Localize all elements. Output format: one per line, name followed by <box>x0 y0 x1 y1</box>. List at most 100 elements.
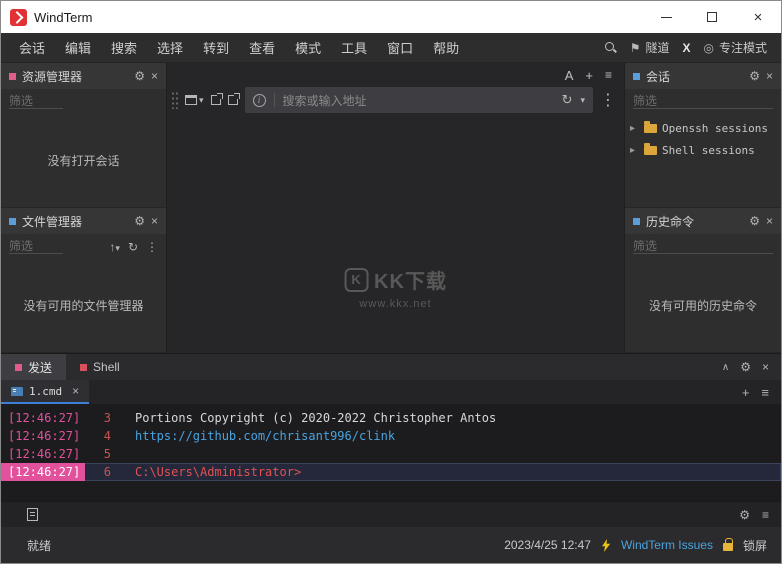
gear-icon[interactable]: ⚙ <box>134 214 145 228</box>
titlebar: WindTerm × <box>1 1 781 33</box>
line-number: 5 <box>103 447 111 461</box>
file-empty-text: 没有可用的文件管理器 <box>23 298 144 313</box>
sessions-panel-title: 会话 <box>646 69 671 84</box>
open-new-tab-button[interactable] <box>227 93 240 105</box>
watermark-url: www.kkx.net <box>359 298 432 310</box>
menu-item-1[interactable]: 编辑 <box>55 33 101 62</box>
session-folder-label: Openssh sessions <box>662 121 768 135</box>
close-icon[interactable]: × <box>762 360 769 374</box>
resource-panel-icon <box>9 72 16 80</box>
file-filter-input[interactable]: 筛选 <box>9 237 63 254</box>
terminal-dock: 发送 Shell ∧ ⚙ × 1.cmd × + ≡ [12:46:27] 3 Por… <box>1 353 781 501</box>
ready-status: 就绪 <box>27 538 52 553</box>
maximize-button[interactable] <box>689 1 735 33</box>
line-number: 4 <box>103 429 111 443</box>
more-icon[interactable]: ⋮ <box>146 240 158 254</box>
minimize-button[interactable] <box>643 1 689 33</box>
line-timestamp: [12:46:27] <box>1 463 85 481</box>
open-new-window-button[interactable] <box>210 93 223 105</box>
menu-items: 会话 编辑 搜索 选择 转到 查看 模式 工具 窗口 帮助 <box>1 33 469 62</box>
terminal-panel-tab[interactable]: Shell <box>66 354 134 380</box>
menu-item-0[interactable]: 会话 <box>9 33 55 62</box>
history-panel-icon <box>633 217 640 225</box>
menu-item-9[interactable]: 帮助 <box>423 33 469 62</box>
list-menu-icon[interactable]: ≡ <box>762 508 769 522</box>
close-button[interactable]: × <box>735 1 781 33</box>
external-window-icon <box>210 93 223 105</box>
info-icon[interactable]: i <box>252 93 266 107</box>
close-icon[interactable]: × <box>151 69 158 83</box>
menu-item-3[interactable]: 选择 <box>147 33 193 62</box>
gear-icon[interactable]: ⚙ <box>134 69 145 83</box>
up-directory-button[interactable]: ↑▾ <box>109 240 120 254</box>
line-timestamp: [12:46:27] <box>8 411 81 425</box>
tab-1cmd[interactable]: 1.cmd × <box>1 380 90 404</box>
search-icon[interactable] <box>604 41 617 54</box>
add-icon[interactable]: + <box>585 68 593 83</box>
folder-icon <box>644 120 657 133</box>
close-icon[interactable]: × <box>766 214 773 228</box>
line-text[interactable]: https://github.com/chrisant996/clink <box>135 427 395 445</box>
expand-icon[interactable]: ▸ <box>630 123 639 134</box>
gear-icon[interactable]: ⚙ <box>749 69 760 83</box>
line-text: C:\Users\Administrator> <box>135 465 302 479</box>
x-server-button[interactable]: X <box>682 41 690 55</box>
history-filter-input[interactable]: 筛选 <box>633 237 773 254</box>
external-tab-icon <box>227 93 240 105</box>
font-size-icon[interactable]: A <box>565 68 574 83</box>
menu-item-7[interactable]: 工具 <box>331 33 377 62</box>
menubar: 会话 编辑 搜索 选择 转到 查看 模式 工具 窗口 帮助 ⚑ 隧道 X ◎ 专注模式 <box>1 33 781 63</box>
expand-icon[interactable]: ▸ <box>630 145 639 156</box>
close-icon[interactable]: × <box>766 69 773 83</box>
menu-item-6[interactable]: 模式 <box>285 33 331 62</box>
console-page-icon[interactable] <box>27 508 38 521</box>
gear-icon[interactable]: ⚙ <box>740 360 751 374</box>
sessions-panel-icon <box>633 72 640 80</box>
menu-item-2[interactable]: 搜索 <box>101 33 147 62</box>
session-tree-item[interactable]: ▸ Openssh sessions <box>625 117 781 139</box>
menu-item-4[interactable]: 转到 <box>193 33 239 62</box>
refresh-icon[interactable]: ↻ <box>128 240 138 254</box>
resource-manager-panel: 资源管理器 ⚙ × 筛选 没有打开会话 <box>1 63 166 208</box>
resource-filter-input[interactable]: 筛选 <box>9 92 63 109</box>
watermark-title: KK下载 <box>374 271 447 293</box>
drag-grip-icon[interactable] <box>171 91 178 109</box>
more-icon[interactable]: ⋮ <box>600 90 616 110</box>
datetime: 2023/4/25 12:47 <box>504 538 591 552</box>
windterm-issues-link[interactable]: WindTerm Issues <box>621 538 713 552</box>
menu-item-5[interactable]: 查看 <box>239 33 285 62</box>
sessions-panel: 会话 ⚙ × 筛选 ▸ Openssh sessions ▸ Shell sessio… <box>625 63 781 208</box>
address-input[interactable]: i 搜索或输入地址 ↻ ▾ <box>244 87 593 113</box>
lock-icon[interactable] <box>722 538 733 551</box>
terminal-line: [12:46:27] 6 C:\Users\Administrator> <box>1 463 781 481</box>
list-menu-icon[interactable]: ≡ <box>605 68 612 82</box>
terminal-panel-tab[interactable]: 发送 <box>1 354 67 380</box>
watermark: K KK下载 www.kkx.net <box>344 265 447 310</box>
folder-icon <box>644 142 657 155</box>
close-icon[interactable]: × <box>151 214 158 228</box>
new-tab-icon[interactable]: + <box>742 385 750 400</box>
right-sidebar: 会话 ⚙ × 筛选 ▸ Openssh sessions ▸ Shell sessio… <box>624 63 781 353</box>
history-empty-text: 没有可用的历史命令 <box>648 298 757 313</box>
chevron-down-icon[interactable]: ▾ <box>580 95 585 106</box>
address-toolbar: ▾ i 搜索或输入地址 ↻ ▾ ⋮ <box>167 85 624 115</box>
focus-mode-button[interactable]: ◎ 专注模式 <box>704 39 768 56</box>
collapse-panel-icon[interactable]: ∧ <box>722 362 729 373</box>
dock-window-button[interactable]: ▾ <box>185 95 204 106</box>
tab-list-icon[interactable]: ≡ <box>761 385 769 400</box>
tab-icon <box>80 363 88 371</box>
tunnel-button[interactable]: ⚑ 隧道 <box>630 39 670 56</box>
lock-screen-label[interactable]: 锁屏 <box>743 537 767 554</box>
gear-icon[interactable]: ⚙ <box>749 214 760 228</box>
sessions-filter-input[interactable]: 筛选 <box>633 92 773 109</box>
close-tab-icon[interactable]: × <box>72 384 79 398</box>
session-tree-item[interactable]: ▸ Shell sessions <box>625 139 781 161</box>
window-icon <box>185 95 197 105</box>
line-number: 3 <box>103 411 111 425</box>
menu-item-8[interactable]: 窗口 <box>377 33 423 62</box>
refresh-icon[interactable]: ↻ <box>562 92 573 108</box>
history-panel-title: 历史命令 <box>646 214 695 229</box>
line-timestamp: [12:46:27] <box>8 447 81 461</box>
tab-label: 1.cmd <box>29 384 63 398</box>
gear-icon[interactable]: ⚙ <box>739 508 750 522</box>
